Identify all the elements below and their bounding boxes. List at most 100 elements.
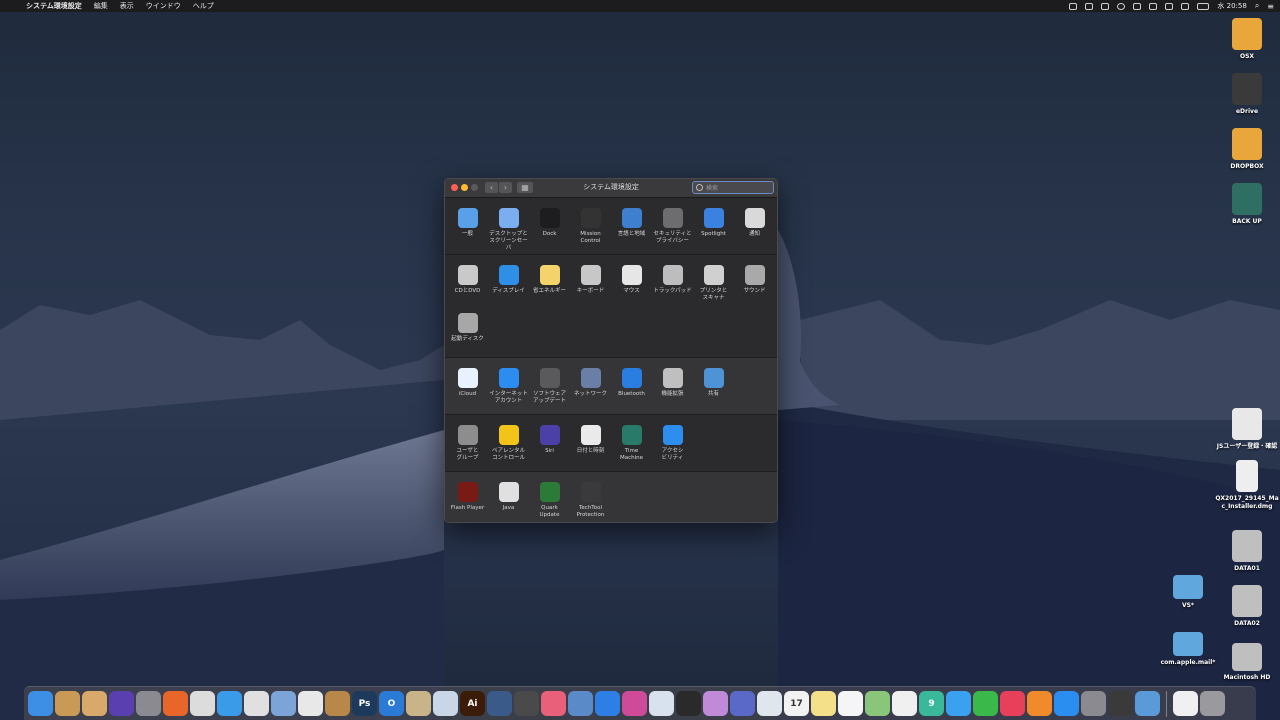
timemachine-icon[interactable]: [1108, 691, 1133, 716]
pref-pane-at[interactable]: インターネット アカウント: [488, 368, 529, 405]
pref-pane-house[interactable]: セキュリティと プライバシー: [652, 208, 693, 245]
script-icon[interactable]: [244, 691, 269, 716]
menu-clock[interactable]: 水 20:58: [1217, 1, 1246, 11]
pref-pane-mission-control[interactable]: Mission Control: [570, 208, 611, 245]
pref-pane-printer[interactable]: プリンタと スキャナ: [693, 265, 734, 302]
dropbox-icon[interactable]: [595, 691, 620, 716]
desktop-icon-backup[interactable]: BACK UP: [1207, 183, 1280, 226]
bird-icon[interactable]: [568, 691, 593, 716]
package-icon[interactable]: [55, 691, 80, 716]
search-field[interactable]: 検索: [692, 181, 774, 194]
reminders-icon[interactable]: [838, 691, 863, 716]
pref-pane-puzzle[interactable]: 機能拡張: [652, 368, 693, 398]
flamingo-icon[interactable]: [541, 691, 566, 716]
pref-pane-cd[interactable]: CDとDVD: [447, 265, 488, 295]
preview-icon[interactable]: [271, 691, 296, 716]
pref-pane-disk[interactable]: 起動ディスク: [447, 313, 488, 343]
globe-icon[interactable]: [1135, 691, 1160, 716]
pref-pane-spotlight[interactable]: Spotlight: [693, 208, 734, 238]
maps-icon[interactable]: [865, 691, 890, 716]
facetime-icon[interactable]: [973, 691, 998, 716]
finder-icon[interactable]: [28, 691, 53, 716]
firefox-icon[interactable]: [163, 691, 188, 716]
pref-pane-parental[interactable]: ペアレンタル コントロール: [488, 425, 529, 462]
clapper-icon[interactable]: [676, 691, 701, 716]
pref-pane-notifications[interactable]: 通知: [734, 208, 775, 238]
pref-pane-speaker[interactable]: サウンド: [734, 265, 775, 295]
pref-pane-globe[interactable]: ネットワーク: [570, 368, 611, 398]
pref-pane-accessibility[interactable]: アクセシ ビリティ: [652, 425, 693, 462]
techtool-icon[interactable]: [514, 691, 539, 716]
launchpad-icon[interactable]: [136, 691, 161, 716]
menu-view[interactable]: 表示: [114, 1, 140, 11]
pref-pane-icloud[interactable]: iCloud: [447, 368, 488, 398]
illustrator-icon[interactable]: Ai: [460, 691, 485, 716]
menu-edit[interactable]: 編集: [88, 1, 114, 11]
bluetooth-status-icon[interactable]: [1133, 2, 1142, 10]
desktop-folder-mail[interactable]: com.apple.mail*: [1148, 632, 1228, 667]
desktop-icon-osx[interactable]: OSX: [1207, 18, 1280, 61]
sysprefs-icon[interactable]: [1081, 691, 1106, 716]
safari-icon[interactable]: [217, 691, 242, 716]
volume-status-icon[interactable]: [1165, 2, 1174, 10]
battery-status-icon[interactable]: [1197, 2, 1210, 10]
photoshop-icon[interactable]: Ps: [352, 691, 377, 716]
notes-icon[interactable]: [811, 691, 836, 716]
menu-app-name[interactable]: システム環境設定: [20, 1, 88, 11]
menu-help[interactable]: ヘルプ: [187, 1, 220, 11]
outlook-icon[interactable]: O: [379, 691, 404, 716]
pref-pane-java[interactable]: Java: [488, 482, 529, 512]
pref-pane-flag[interactable]: 言語と地域: [611, 208, 652, 238]
display-status-icon[interactable]: [1101, 2, 1110, 10]
pref-pane-clock[interactable]: 日付と時刻: [570, 425, 611, 455]
status-icon[interactable]: [1085, 2, 1094, 10]
pref-pane-gear[interactable]: ソフトウェア アップデート: [529, 368, 570, 405]
pref-pane-time-machine[interactable]: Time Machine: [611, 425, 652, 462]
desktop-icon-data01[interactable]: DATA01: [1207, 530, 1280, 573]
archive-icon[interactable]: [82, 691, 107, 716]
finalcut-icon[interactable]: [703, 691, 728, 716]
appstore-icon[interactable]: [1054, 691, 1079, 716]
photos-icon[interactable]: [892, 691, 917, 716]
pref-pane-mouse[interactable]: マウス: [611, 265, 652, 295]
chrome-icon[interactable]: [190, 691, 215, 716]
shield-status-icon[interactable]: [1069, 2, 1078, 10]
desktop-icon-js-registration[interactable]: JSユーザー登録・確認: [1207, 408, 1280, 451]
time-machine-status-icon[interactable]: [1117, 2, 1126, 10]
menu-window[interactable]: ウインドウ: [140, 1, 187, 11]
desktop-icon-dmg[interactable]: QX2017_29145_Ma c_Installer.dmg: [1207, 460, 1280, 511]
pref-pane-display[interactable]: ディスプレイ: [488, 265, 529, 295]
document-icon[interactable]: [1173, 691, 1198, 716]
pref-pane-desktop[interactable]: デスクトップと スクリーンセーバ: [488, 208, 529, 252]
siri-icon[interactable]: [109, 691, 134, 716]
player-icon[interactable]: [622, 691, 647, 716]
pref-pane-keyboard[interactable]: キーボード: [570, 265, 611, 295]
input-source-icon[interactable]: [1181, 2, 1190, 10]
calendar-icon[interactable]: 17: [784, 691, 809, 716]
bag-icon[interactable]: [649, 691, 674, 716]
pref-pane-siri[interactable]: Siri: [529, 425, 570, 455]
paint-icon[interactable]: [730, 691, 755, 716]
ibooks-icon[interactable]: [1027, 691, 1052, 716]
mail-icon[interactable]: [757, 691, 782, 716]
pref-pane-sharing[interactable]: 共有: [693, 368, 734, 398]
pref-pane-flash[interactable]: Flash Player: [447, 482, 488, 512]
wifi-status-icon[interactable]: [1149, 2, 1158, 10]
trash-icon[interactable]: [1200, 691, 1225, 716]
desktop-folder-vs[interactable]: VS*: [1148, 575, 1228, 610]
installer-icon[interactable]: [406, 691, 431, 716]
pref-pane-bluetooth[interactable]: Bluetooth: [611, 368, 652, 398]
music-icon[interactable]: [1000, 691, 1025, 716]
pref-pane-quark[interactable]: Quark Update: [529, 482, 570, 519]
notification-center-icon[interactable]: ≡: [1267, 2, 1274, 11]
desktop-icon-dropbox[interactable]: DROPBOX: [1207, 128, 1280, 171]
textedit-icon[interactable]: [298, 691, 323, 716]
pref-pane-trackpad[interactable]: トラックパッド: [652, 265, 693, 295]
pref-pane-general[interactable]: 一般: [447, 208, 488, 238]
desktop-icon-edrive[interactable]: eDrive: [1207, 73, 1280, 116]
pref-pane-dock[interactable]: Dock: [529, 208, 570, 238]
network-icon[interactable]: [487, 691, 512, 716]
pref-pane-users[interactable]: ユーザと グループ: [447, 425, 488, 462]
window-titlebar[interactable]: ‹ › ▦ システム環境設定 検索: [445, 179, 777, 198]
messages-icon[interactable]: [946, 691, 971, 716]
